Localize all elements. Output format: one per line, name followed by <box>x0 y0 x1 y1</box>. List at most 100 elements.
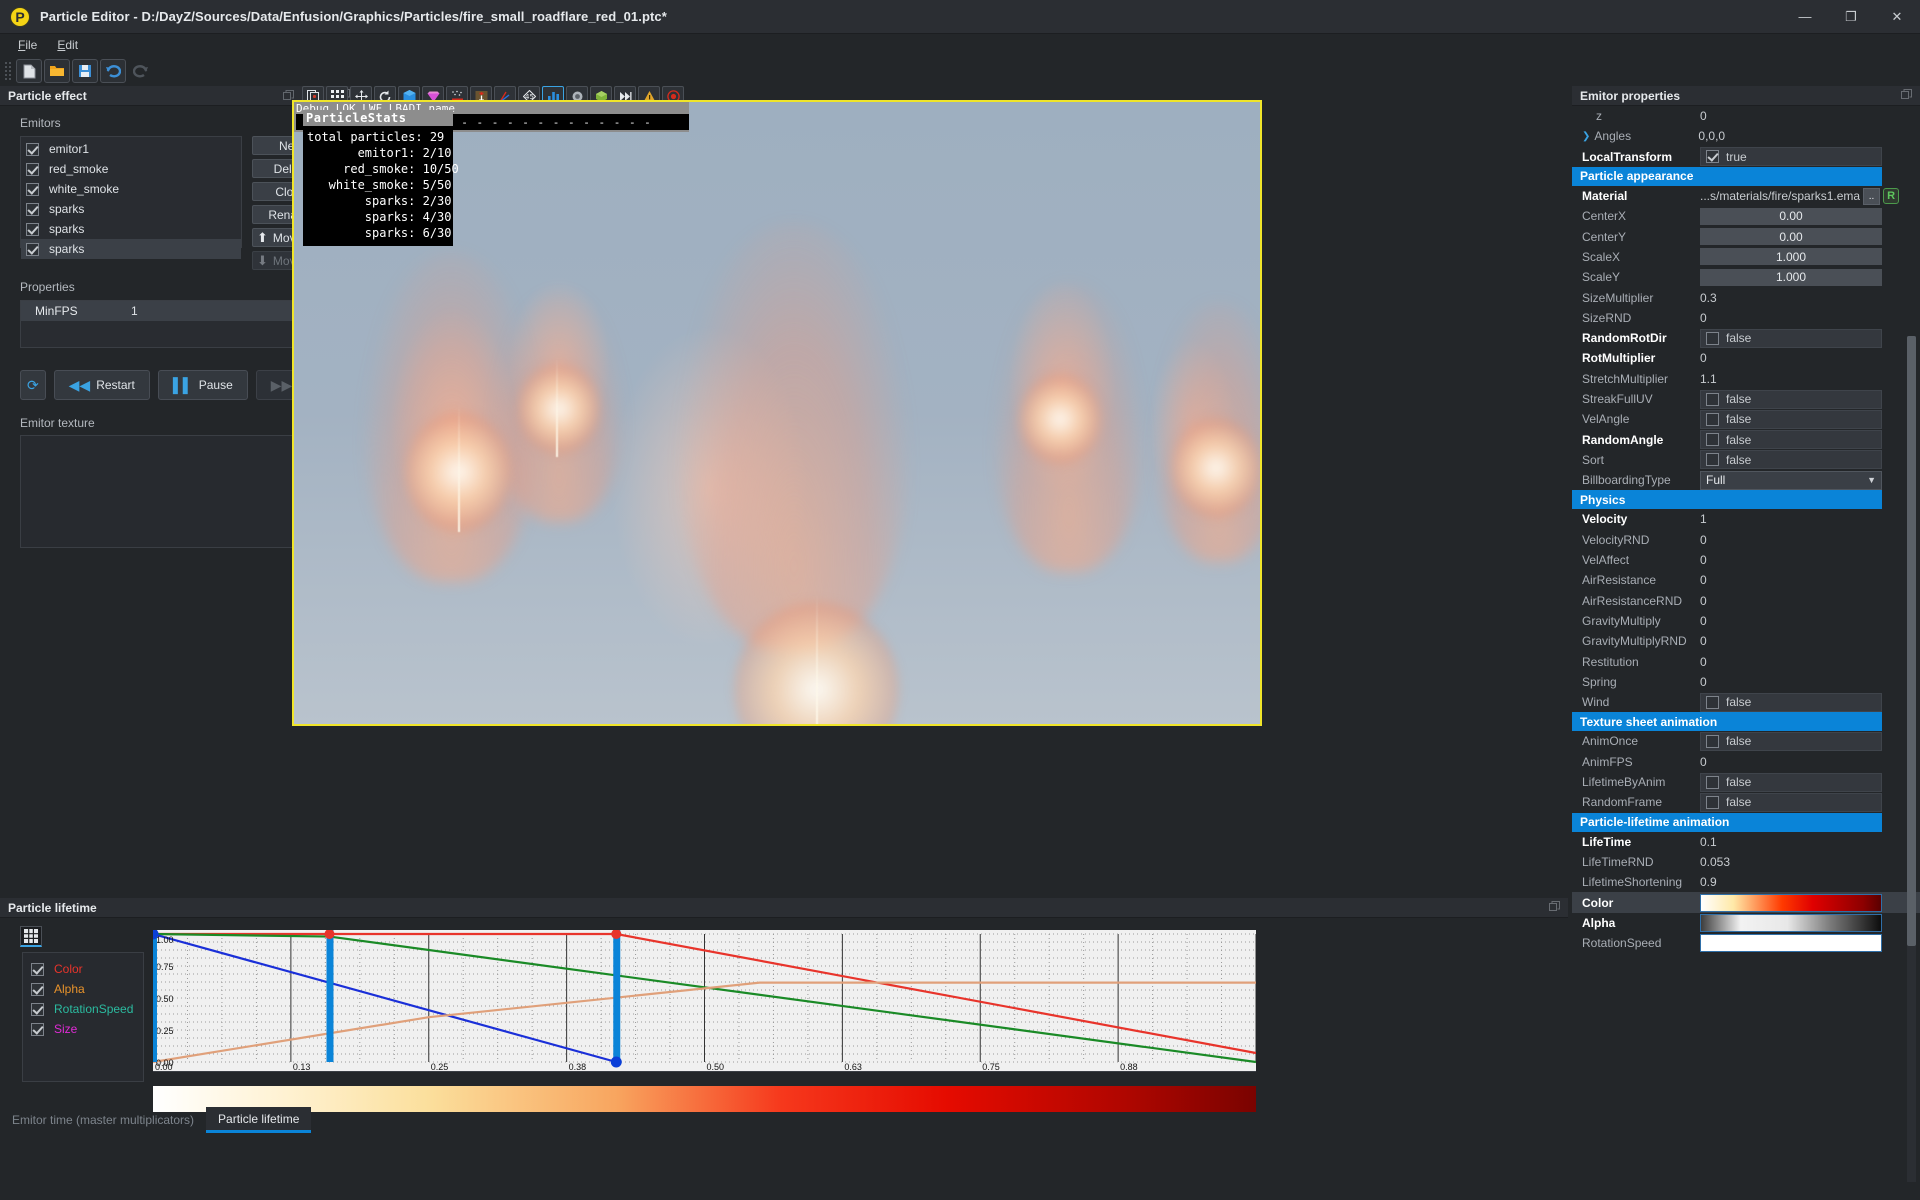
property-checkbox-field[interactable]: false <box>1700 328 1882 348</box>
close-button[interactable]: ✕ <box>1874 0 1920 34</box>
property-row[interactable]: Sort false <box>1572 450 1920 470</box>
emitor-checkbox[interactable] <box>26 202 39 216</box>
property-row[interactable]: GravityMultiply 0 <box>1572 611 1920 631</box>
property-checkbox-field[interactable]: true <box>1700 147 1882 167</box>
toolbar-grip[interactable] <box>4 61 12 81</box>
property-row[interactable]: Alpha <box>1572 913 1920 933</box>
property-value[interactable]: 0 <box>1700 573 1707 587</box>
property-row[interactable]: SizeRND 0 <box>1572 308 1920 328</box>
restart-button[interactable]: ◀◀ Restart <box>53 370 150 400</box>
property-value[interactable]: 0 <box>1700 533 1707 547</box>
lifetime-graph[interactable]: 0.00 0.25 0.50 0.75 1.00 0.00 0.13 0.25 0.38 0.50… <box>147 928 1257 1072</box>
property-value[interactable]: 0 <box>1700 553 1707 567</box>
menu-file[interactable]: File <box>8 36 47 54</box>
minimize-button[interactable]: — <box>1782 0 1828 34</box>
property-value[interactable]: 1.1 <box>1700 372 1717 386</box>
curve-checkbox[interactable] <box>31 962 44 976</box>
property-row[interactable]: StretchMultiplier 1.1 <box>1572 369 1920 389</box>
material-path[interactable]: ...s/materials/fire/sparks1.ema <box>1700 189 1860 203</box>
property-row[interactable]: AnimOnce false <box>1572 731 1920 751</box>
property-checkbox[interactable] <box>1706 433 1719 447</box>
tab-emitor-time[interactable]: Emitor time (master multiplicators) <box>0 1107 206 1133</box>
undock-icon[interactable] <box>1549 900 1560 915</box>
emitor-list-item[interactable]: sparks <box>21 239 241 259</box>
open-folder-icon[interactable] <box>44 59 70 83</box>
property-checkbox[interactable] <box>1706 392 1719 406</box>
property-row[interactable]: VelAffect 0 <box>1572 550 1920 570</box>
chevron-down-icon[interactable]: ▼ <box>1867 475 1876 485</box>
property-checkbox[interactable] <box>1706 775 1719 789</box>
scrollbar-thumb[interactable] <box>1907 336 1916 946</box>
gradient-preview[interactable] <box>1700 913 1882 932</box>
property-row[interactable]: RotMultiplier 0 <box>1572 348 1920 368</box>
material-field[interactable]: ...s/materials/fire/sparks1.ema.. R <box>1700 187 1900 205</box>
emitor-list-item[interactable]: sparks <box>21 219 241 239</box>
curve-visibility-list[interactable]: Color Alpha RotationSpeed Size <box>22 952 144 1082</box>
emitor-list-item[interactable]: white_smoke <box>21 179 241 199</box>
curve-toggle-row[interactable]: RotationSpeed <box>31 999 143 1019</box>
property-row[interactable]: CenterX 0.00 <box>1572 206 1920 226</box>
property-row[interactable]: AnimFPS 0 <box>1572 752 1920 772</box>
emitor-checkbox[interactable] <box>26 162 39 176</box>
emitor-list-item[interactable]: sparks <box>21 199 241 219</box>
property-row[interactable]: LifetimeByAnim false <box>1572 772 1920 792</box>
property-input[interactable]: 0.00 <box>1700 207 1882 225</box>
property-checkbox[interactable] <box>1706 695 1719 709</box>
property-value[interactable]: 0 <box>1700 634 1707 648</box>
property-checkbox[interactable] <box>1706 150 1719 164</box>
property-value[interactable]: 0 <box>1700 614 1707 628</box>
property-checkbox[interactable] <box>1706 331 1719 345</box>
property-checkbox[interactable] <box>1706 453 1719 467</box>
property-dropdown[interactable]: Full ▼ <box>1700 470 1882 490</box>
grid-toggle-icon[interactable] <box>20 926 42 947</box>
property-row[interactable]: VelAngle false <box>1572 409 1920 429</box>
minfps-value[interactable]: 1 <box>131 304 138 318</box>
property-value[interactable]: 0,0,0 <box>1698 129 1725 143</box>
property-row[interactable]: z0 <box>1572 106 1920 126</box>
property-value[interactable]: 0.9 <box>1700 875 1717 889</box>
undo-icon[interactable] <box>100 59 126 83</box>
property-value[interactable]: 0 <box>1700 675 1707 689</box>
property-row[interactable]: Material ...s/materials/fire/sparks1.ema.… <box>1572 186 1920 206</box>
property-row[interactable]: GravityMultiplyRND 0 <box>1572 631 1920 651</box>
emitor-list-item[interactable]: emitor1 <box>21 139 241 159</box>
property-value[interactable]: 0.1 <box>1700 835 1717 849</box>
property-row[interactable]: LifeTimeRND 0.053 <box>1572 852 1920 872</box>
property-row[interactable]: BillboardingType Full ▼ <box>1572 470 1920 490</box>
emitors-list[interactable]: emitor1 red_smoke white_smoke sparks sparks s… <box>20 136 242 259</box>
pause-button[interactable]: ▌▌ Pause <box>157 370 248 400</box>
chevron-right-icon[interactable]: ❯ <box>1582 131 1590 142</box>
property-row[interactable]: Spring 0 <box>1572 672 1920 692</box>
property-value[interactable]: 0 <box>1700 655 1707 669</box>
property-row[interactable]: ScaleX 1.000 <box>1572 247 1920 267</box>
browse-button[interactable]: .. <box>1863 187 1881 205</box>
property-checkbox[interactable] <box>1706 412 1719 426</box>
property-row[interactable]: LifeTime 0.1 <box>1572 832 1920 852</box>
property-row[interactable]: Restitution 0 <box>1572 651 1920 671</box>
property-checkbox-field[interactable]: false <box>1700 692 1882 712</box>
resource-badge[interactable]: R <box>1883 188 1900 205</box>
property-value[interactable]: 0.053 <box>1700 855 1730 869</box>
property-row[interactable]: RandomFrame false <box>1572 792 1920 812</box>
emitor-checkbox[interactable] <box>26 182 39 196</box>
render-viewport[interactable]: Debug LOK LWF LBADI name - - - - - - - -… <box>292 100 1262 726</box>
emitor-checkbox[interactable] <box>26 242 39 256</box>
property-checkbox-field[interactable]: false <box>1700 409 1882 429</box>
property-input[interactable]: 1.000 <box>1700 268 1882 286</box>
effect-properties-table[interactable]: MinFPS 1 <box>20 300 338 348</box>
curve-checkbox[interactable] <box>31 982 44 996</box>
property-checkbox-field[interactable]: false <box>1700 389 1882 409</box>
curve-toggle-row[interactable]: Alpha <box>31 979 143 999</box>
curve-checkbox[interactable] <box>31 1002 44 1016</box>
undock-icon[interactable] <box>1901 88 1912 103</box>
menu-edit[interactable]: Edit <box>47 36 88 54</box>
emitor-checkbox[interactable] <box>26 142 39 156</box>
property-checkbox-field[interactable]: false <box>1700 450 1882 470</box>
property-value[interactable]: 0 <box>1700 109 1707 123</box>
new-file-icon[interactable] <box>16 59 42 83</box>
property-value[interactable]: 0.3 <box>1700 291 1717 305</box>
property-row[interactable]: LocalTransform true <box>1572 147 1920 167</box>
property-row[interactable]: AirResistanceRND 0 <box>1572 591 1920 611</box>
gradient-preview[interactable] <box>1700 893 1882 912</box>
property-checkbox[interactable] <box>1706 795 1719 809</box>
